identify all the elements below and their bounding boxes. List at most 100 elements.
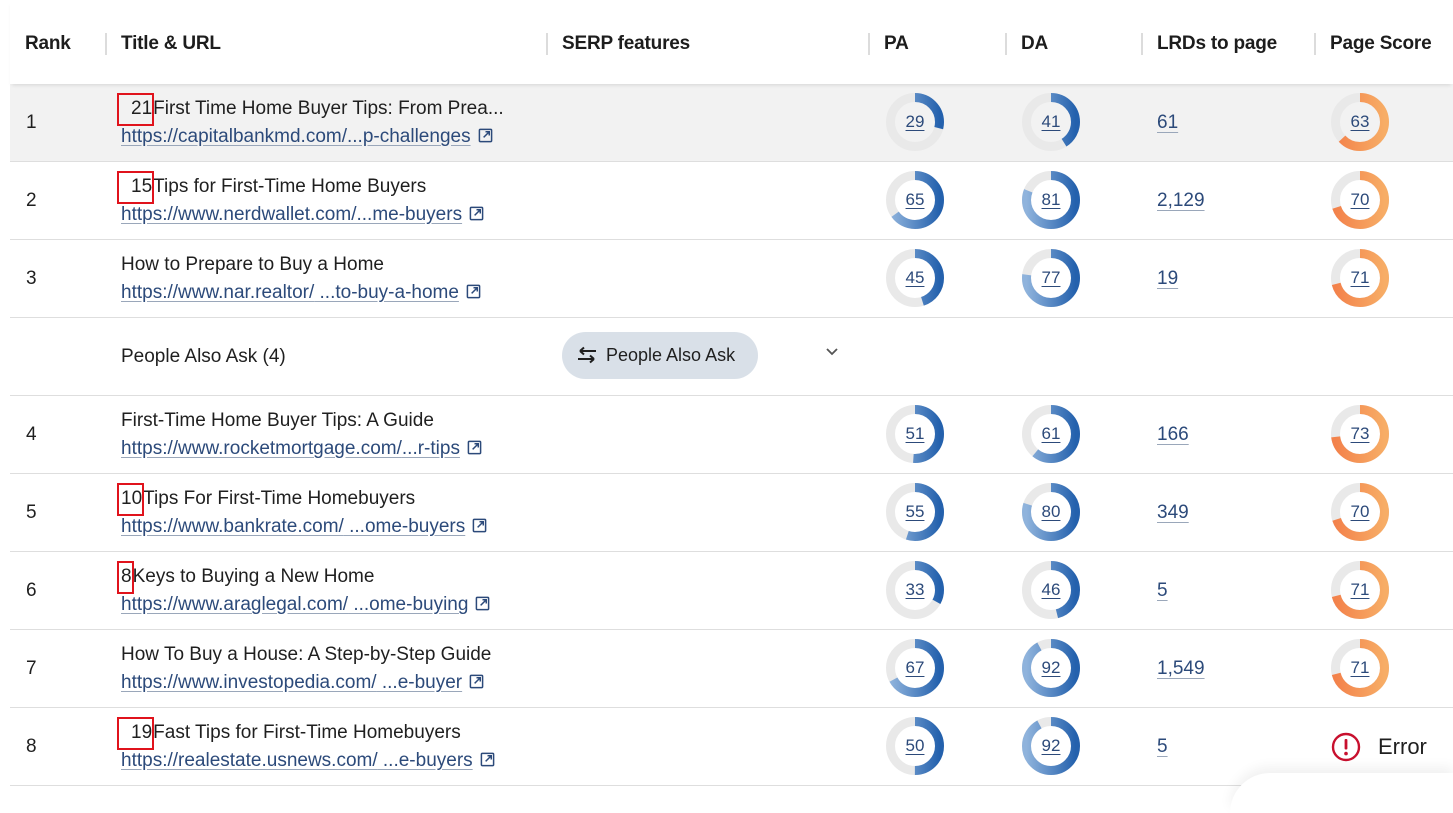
external-link-icon[interactable] xyxy=(469,674,484,689)
external-link-icon[interactable] xyxy=(467,440,482,455)
pa-value-link[interactable]: 67 xyxy=(886,639,944,697)
external-link-icon[interactable] xyxy=(475,596,490,611)
rank-cell: 8 xyxy=(26,736,37,757)
external-link-icon[interactable] xyxy=(469,206,484,221)
column-header-rank[interactable]: Rank xyxy=(25,30,71,58)
page-score-value-link[interactable]: 71 xyxy=(1331,249,1389,307)
table-header: Rank Title & URL SERP features PA DA LRD… xyxy=(10,0,1453,84)
page-score-value-link[interactable]: 71 xyxy=(1331,639,1389,697)
rank-cell: 5 xyxy=(26,502,37,523)
people-also-ask-chip[interactable]: People Also Ask xyxy=(562,332,758,379)
url-path-link[interactable]: ...me-buyers xyxy=(356,204,462,225)
column-header-title-url[interactable]: Title & URL xyxy=(105,30,221,58)
pa-donut: 55 xyxy=(886,483,944,541)
page-score-donut: 71 xyxy=(1331,561,1389,619)
lrds-link[interactable]: 166 xyxy=(1157,396,1189,473)
page-score-donut: 63 xyxy=(1331,93,1389,151)
result-title-text: Keys to Buying a New Home xyxy=(132,566,375,587)
column-header-da[interactable]: DA xyxy=(1004,30,1048,58)
lrds-link[interactable]: 1,549 xyxy=(1157,630,1205,707)
page-score-value-link[interactable]: 63 xyxy=(1331,93,1389,151)
url-domain-link[interactable]: https://www.rocketmortgage.com/ xyxy=(121,438,402,459)
title-url-cell: 8Keys to Buying a New Home https://www.a… xyxy=(117,561,561,620)
da-value-link[interactable]: 80 xyxy=(1022,483,1080,541)
url-domain-link[interactable]: https://www.araglegal.com/ xyxy=(121,594,348,615)
external-link-icon[interactable] xyxy=(472,518,487,533)
url-path-link[interactable]: ...ome-buyers xyxy=(344,516,465,537)
url-domain-link[interactable]: https://www.bankrate.com/ xyxy=(121,516,344,537)
column-header-serp-features[interactable]: SERP features xyxy=(546,30,690,58)
url-path-link[interactable]: ...to-buy-a-home xyxy=(314,282,459,303)
table-row: 6 8Keys to Buying a New Home https://www… xyxy=(10,552,1453,630)
external-link-icon[interactable] xyxy=(480,752,495,767)
pa-value-link[interactable]: 33 xyxy=(886,561,944,619)
result-url: https://www.investopedia.com/ ...e-buyer xyxy=(121,668,561,698)
result-url: https://capitalbankmd.com/...p-challenge… xyxy=(121,122,561,152)
page-score-donut: 71 xyxy=(1331,639,1389,697)
title-url-cell: First-Time Home Buyer Tips: A Guide http… xyxy=(121,407,561,464)
people-also-ask-row[interactable]: People Also Ask (4) People Also Ask xyxy=(10,318,1453,396)
da-value-link[interactable]: 77 xyxy=(1022,249,1080,307)
swap-arrows-icon xyxy=(578,346,596,364)
result-url: https://www.nar.realtor/ ...to-buy-a-hom… xyxy=(121,278,561,308)
pa-value-link[interactable]: 45 xyxy=(886,249,944,307)
url-path-link[interactable]: ...e-buyers xyxy=(378,750,473,771)
external-link-icon[interactable] xyxy=(466,284,481,299)
pa-donut: 67 xyxy=(886,639,944,697)
pa-value-link[interactable]: 65 xyxy=(886,171,944,229)
error-label: Error xyxy=(1378,734,1427,759)
da-value-link[interactable]: 46 xyxy=(1022,561,1080,619)
url-domain-link[interactable]: https://capitalbankmd.com/ xyxy=(121,126,347,147)
lrds-link[interactable]: 61 xyxy=(1157,84,1178,161)
da-value-link[interactable]: 61 xyxy=(1022,405,1080,463)
lrds-link[interactable]: 5 xyxy=(1157,552,1168,629)
url-path-link[interactable]: ...ome-buying xyxy=(348,594,468,615)
da-value-link[interactable]: 92 xyxy=(1022,639,1080,697)
table-row: 1 21First Time Home Buyer Tips: From Pre… xyxy=(10,84,1453,162)
url-path-link[interactable]: ...r-tips xyxy=(402,438,460,459)
da-value-link[interactable]: 41 xyxy=(1022,93,1080,151)
result-title: 10Tips For First-Time Homebuyers xyxy=(116,483,561,516)
url-domain-link[interactable]: https://www.investopedia.com/ xyxy=(121,672,377,693)
pa-donut: 65 xyxy=(886,171,944,229)
url-path-link[interactable]: ...e-buyer xyxy=(377,672,462,693)
da-value-link[interactable]: 81 xyxy=(1022,171,1080,229)
column-header-pa[interactable]: PA xyxy=(868,30,909,58)
lrds-link[interactable]: 19 xyxy=(1157,240,1178,317)
page-score-value-link[interactable]: 71 xyxy=(1331,561,1389,619)
url-domain-link[interactable]: https://www.nar.realtor/ xyxy=(121,282,314,303)
column-header-page-score[interactable]: Page Score xyxy=(1314,30,1432,58)
result-title-text: First-Time Home Buyer Tips: A Guide xyxy=(121,410,434,431)
table-row: 2 15Tips for First-Time Home Buyers http… xyxy=(10,162,1453,240)
result-url: https://www.rocketmortgage.com/...r-tips xyxy=(121,434,561,464)
da-donut: 46 xyxy=(1022,561,1080,619)
result-title-text: How to Prepare to Buy a Home xyxy=(121,254,384,275)
chevron-down-icon[interactable] xyxy=(825,347,839,357)
column-header-lrds[interactable]: LRDs to page xyxy=(1140,30,1277,58)
external-link-icon[interactable] xyxy=(478,128,493,143)
da-donut: 92 xyxy=(1022,717,1080,775)
pa-value-link[interactable]: 50 xyxy=(886,717,944,775)
url-domain-link[interactable]: https://realestate.usnews.com/ xyxy=(121,750,378,771)
lrds-link[interactable]: 349 xyxy=(1157,474,1189,551)
rank-cell: 1 xyxy=(26,112,37,133)
da-value-link[interactable]: 92 xyxy=(1022,717,1080,775)
lrds-link[interactable]: 2,129 xyxy=(1157,162,1205,239)
pa-value-link[interactable]: 51 xyxy=(886,405,944,463)
title-number-highlight: 21 xyxy=(116,93,155,126)
rank-cell: 4 xyxy=(26,424,37,445)
table-row: 5 10Tips For First-Time Homebuyers https… xyxy=(10,474,1453,552)
url-domain-link[interactable]: https://www.nerdwallet.com/ xyxy=(121,204,356,225)
result-title: How To Buy a House: A Step-by-Step Guide xyxy=(121,641,561,668)
pa-value-link[interactable]: 29 xyxy=(886,93,944,151)
scroll-shadow xyxy=(1230,773,1453,813)
page-score-value-link[interactable]: 73 xyxy=(1331,405,1389,463)
page-score-value-link[interactable]: 70 xyxy=(1331,171,1389,229)
url-path-link[interactable]: ...p-challenges xyxy=(347,126,471,147)
pa-value-link[interactable]: 55 xyxy=(886,483,944,541)
page-score-value-link[interactable]: 70 xyxy=(1331,483,1389,541)
lrds-link[interactable]: 5 xyxy=(1157,708,1168,785)
pa-donut: 45 xyxy=(886,249,944,307)
result-title-text: Tips for First-Time Home Buyers xyxy=(153,176,427,197)
da-donut: 41 xyxy=(1022,93,1080,151)
